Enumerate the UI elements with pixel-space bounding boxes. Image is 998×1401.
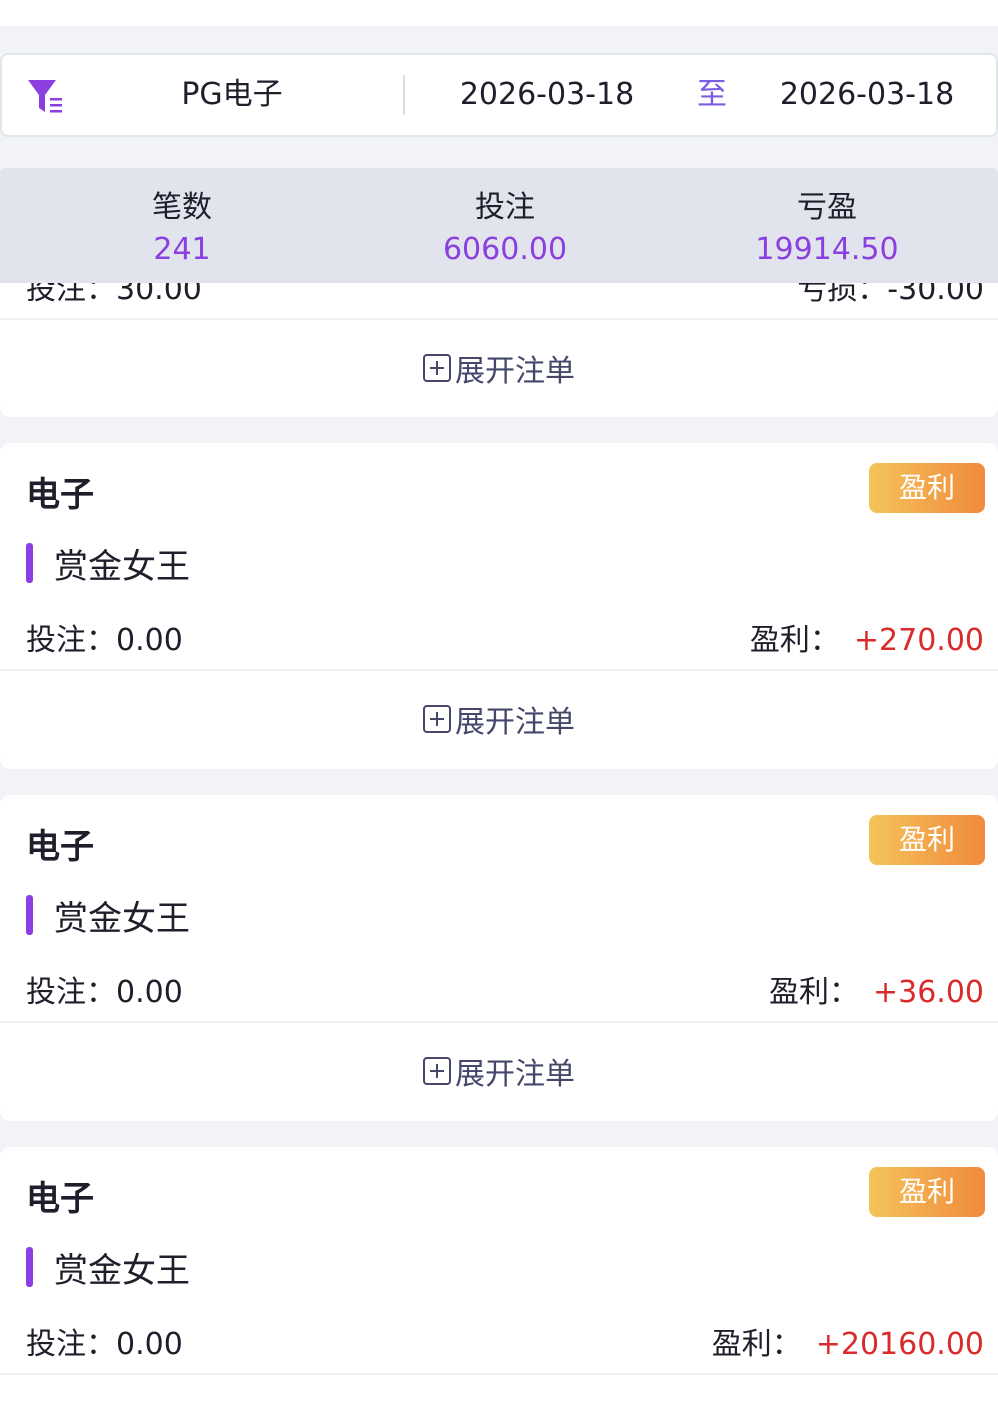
expand-bets-label: 展开注单 — [455, 705, 575, 740]
top-strip — [0, 0, 998, 26]
date-to-picker[interactable]: 2026-03-18 — [742, 55, 992, 135]
profit-amount: 盈利： +270.00 — [750, 615, 984, 659]
summary-bet: 投注 6060.00 — [339, 168, 671, 283]
summary-count-value: 241 — [153, 232, 211, 267]
game-accent-bar — [26, 1247, 33, 1287]
profit-value: +20160.00 — [815, 1327, 984, 1362]
summary-bet-value: 6060.00 — [442, 232, 568, 267]
profit-amount: 盈利： +20160.00 — [712, 1319, 984, 1363]
divider — [0, 669, 998, 671]
status-badge: 盈利 — [869, 1167, 985, 1217]
record-card: 电子 盈利 赏金女王 投注：0.00 盈利： +36.00 展开注单 — [0, 795, 998, 1121]
game-name: 赏金女王 — [54, 547, 190, 587]
record-card: 电子 盈利 赏金女王 投注：0.00 盈利： +20160.00 — [0, 1147, 998, 1401]
bet-records-page: PG电子 2026-03-18 至 2026-03-18 投注：30.00 亏损… — [0, 0, 998, 1401]
bet-amount: 投注：0.00 — [26, 1319, 183, 1363]
bet-label: 投注： — [26, 975, 116, 1010]
expand-bets-button[interactable]: 展开注单 — [0, 1041, 998, 1101]
profit-label: 盈利： — [711, 1327, 802, 1362]
expand-bets-label: 展开注单 — [455, 354, 575, 389]
summary-profit-label: 亏盈 — [797, 190, 857, 225]
summary-count: 笔数 241 — [16, 168, 348, 283]
bet-label: 投注： — [26, 1327, 116, 1362]
profit-value: +36.00 — [872, 975, 984, 1010]
expand-bets-label: 展开注单 — [455, 1057, 575, 1092]
game-name: 赏金女王 — [54, 899, 190, 939]
bet-amount: 投注：0.00 — [26, 615, 183, 659]
game-name: 赏金女王 — [54, 1251, 190, 1291]
record-card: 电子 盈利 赏金女王 投注：0.00 盈利： +270.00 展开注单 — [0, 443, 998, 769]
game-type-select[interactable]: PG电子 — [62, 55, 402, 135]
bet-value: 0.00 — [116, 975, 183, 1010]
plus-box-icon — [423, 354, 451, 382]
profit-amount: 盈利： +36.00 — [769, 967, 984, 1011]
status-badge: 盈利 — [869, 815, 985, 865]
filter-icon[interactable] — [26, 78, 66, 118]
expand-bets-button[interactable]: 展开注单 — [0, 338, 998, 398]
date-from-picker[interactable]: 2026-03-18 — [422, 55, 672, 135]
summary-bet-label: 投注 — [475, 190, 535, 225]
date-separator: 至 — [697, 77, 727, 112]
profit-value: +270.00 — [853, 623, 984, 658]
expand-bets-button[interactable]: 展开注单 — [0, 689, 998, 749]
status-badge: 盈利 — [869, 463, 985, 513]
summary-profit-value: 19914.50 — [755, 232, 899, 267]
summary-count-label: 笔数 — [152, 190, 212, 225]
bet-amount: 投注：0.00 — [26, 967, 183, 1011]
record-card-partial: 投注：30.00 亏损：-30.00 展开注单 — [0, 260, 998, 417]
game-accent-bar — [26, 543, 33, 583]
plus-box-icon — [423, 1057, 451, 1085]
filter-bar: PG电子 2026-03-18 至 2026-03-18 — [0, 53, 998, 137]
game-accent-bar — [26, 895, 33, 935]
profit-label: 盈利： — [749, 623, 840, 658]
bet-value: 0.00 — [116, 623, 183, 658]
record-category: 电子 — [26, 1179, 94, 1219]
summary-profit: 亏盈 19914.50 — [661, 168, 993, 283]
divider — [0, 1021, 998, 1023]
filter-divider — [403, 75, 405, 115]
divider — [0, 318, 998, 320]
bet-label: 投注： — [26, 623, 116, 658]
summary-panel: 笔数 241 投注 6060.00 亏盈 19914.50 — [0, 168, 998, 283]
plus-box-icon — [423, 705, 451, 733]
divider — [0, 1373, 998, 1375]
bet-value: 0.00 — [116, 1327, 183, 1362]
profit-label: 盈利： — [768, 975, 859, 1010]
record-category: 电子 — [26, 827, 94, 867]
record-category: 电子 — [26, 475, 94, 515]
